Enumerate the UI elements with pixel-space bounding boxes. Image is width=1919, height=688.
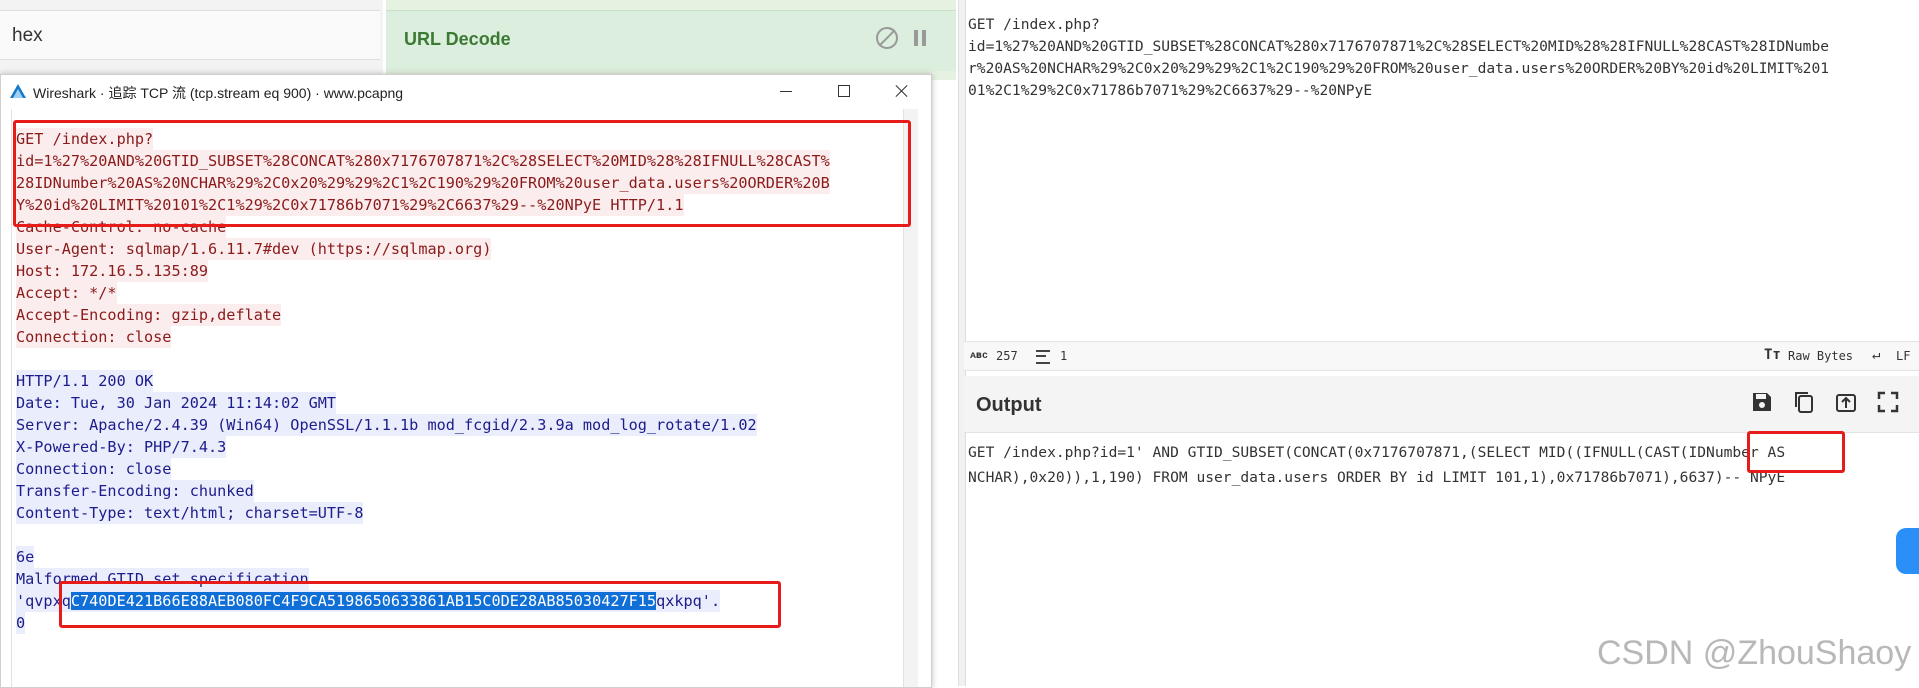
input-line: 01%2C1%29%2C0x71786b7071%29%2C6637%29--%… <box>968 82 1373 99</box>
recipe-op-url-decode-label: URL Decode <box>404 29 511 49</box>
minimize-button[interactable] <box>757 75 815 107</box>
lines-icon <box>1036 350 1050 364</box>
input-line: id=1%27%20AND%20GTID_SUBSET%28CONCAT%280… <box>968 38 1830 55</box>
text-encoding-icon[interactable]: Tт <box>1764 347 1781 363</box>
response-line: X-Powered-By: PHP/7.4.3 <box>16 436 227 458</box>
floating-link-button[interactable] <box>1896 528 1919 574</box>
maximize-button[interactable] <box>815 75 873 107</box>
highlight-box-idnumber <box>1747 431 1845 473</box>
eol-icon[interactable]: ↵ <box>1872 347 1880 363</box>
response-line: HTTP/1.1 200 OK <box>16 370 154 392</box>
replace-input-icon[interactable] <box>1834 390 1858 414</box>
request-line: Host: 172.16.5.135:89 <box>16 260 209 282</box>
response-line: Date: Tue, 30 Jan 2024 11:14:02 GMT <box>16 392 337 414</box>
window-title: Wireshark · 追踪 TCP 流 (tcp.stream eq 900)… <box>33 85 404 101</box>
disable-op-icon[interactable] <box>876 27 898 49</box>
output-title: Output <box>976 394 1042 416</box>
maximize-icon[interactable] <box>1876 390 1900 414</box>
response-line: Server: Apache/2.4.39 (Win64) OpenSSL/1.… <box>16 414 757 436</box>
request-line: Accept-Encoding: gzip,deflate <box>16 304 282 326</box>
close-button[interactable] <box>873 75 931 107</box>
output-header: Output <box>964 376 1919 433</box>
input-textarea[interactable]: GET /index.php? id=1%27%20AND%20GTID_SUBS… <box>968 14 1888 102</box>
request-line: Connection: close <box>16 326 172 348</box>
chunk-end: 0 <box>16 612 26 634</box>
recipe-op-hex[interactable]: hex <box>0 10 380 60</box>
abc-icon: ᴀʙᴄ <box>970 350 989 361</box>
response-line: Content-Type: text/html; charset=UTF-8 <box>16 502 364 524</box>
save-icon[interactable] <box>1750 390 1774 414</box>
encoding-label[interactable]: Raw Bytes <box>1788 349 1853 363</box>
wireshark-follow-stream-window: Wireshark · 追踪 TCP 流 (tcp.stream eq 900)… <box>0 74 932 688</box>
char-count: 257 <box>996 349 1018 363</box>
watermark: CSDN @ZhouShaoy <box>1597 634 1912 672</box>
input-status-bar: ᴀʙᴄ 257 1 Tт Raw Bytes ↵ LF <box>964 341 1919 371</box>
request-line: User-Agent: sqlmap/1.6.11.7#dev (https:/… <box>16 238 492 260</box>
request-line: Accept: */* <box>16 282 117 304</box>
highlight-box-request <box>13 120 911 227</box>
eol-label[interactable]: LF <box>1896 349 1910 363</box>
input-line: r%20AS%20NCHAR%29%2C0x20%29%29%2C1%2C190… <box>968 60 1830 77</box>
response-line: 6e <box>16 546 35 568</box>
response-line: Connection: close <box>16 458 172 480</box>
wireshark-fin-icon <box>10 84 26 98</box>
window-titlebar[interactable]: Wireshark · 追踪 TCP 流 (tcp.stream eq 900)… <box>1 75 931 107</box>
response-line: Transfer-Encoding: chunked <box>16 480 254 502</box>
input-line: GET /index.php? <box>968 16 1100 33</box>
highlight-box-hash <box>59 581 781 628</box>
copy-icon[interactable] <box>1792 390 1816 414</box>
line-count: 1 <box>1060 349 1068 363</box>
recipe-op-hex-label: hex <box>12 25 43 46</box>
recipe-op-url-decode[interactable]: URL Decode <box>386 10 956 71</box>
breakpoint-icon[interactable] <box>914 30 926 46</box>
